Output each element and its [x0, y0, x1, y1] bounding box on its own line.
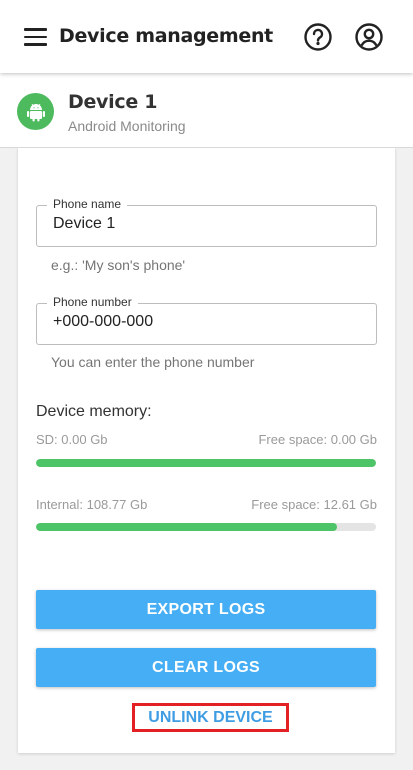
page-title: Device management	[59, 25, 273, 47]
phone-name-label: Phone name	[47, 196, 128, 212]
sd-free-space: Free space: 0.00 Gb	[258, 432, 377, 447]
device-settings-card: Phone name e.g.: 'My son's phone' Phone …	[18, 147, 395, 753]
sd-memory-bar-fill	[36, 459, 376, 467]
export-logs-button[interactable]: EXPORT LOGS	[36, 590, 376, 629]
sd-memory-bar	[36, 459, 376, 467]
device-subtitle: Android Monitoring	[68, 118, 186, 134]
internal-memory-bar-fill	[36, 523, 337, 531]
internal-free-space: Free space: 12.61 Gb	[251, 497, 377, 512]
device-memory-title: Device memory:	[36, 403, 152, 420]
device-name: Device 1	[68, 91, 158, 113]
internal-memory-label: Internal: 108.77 Gb	[36, 497, 148, 512]
clear-logs-button[interactable]: CLEAR LOGS	[36, 648, 376, 687]
device-header: Device 1 Android Monitoring	[0, 73, 413, 148]
unlink-device-button[interactable]: UNLINK DEVICE	[132, 703, 289, 732]
android-icon	[17, 93, 54, 130]
account-icon[interactable]	[354, 22, 384, 52]
internal-memory-bar	[36, 523, 376, 531]
help-icon[interactable]	[303, 22, 333, 52]
sd-memory-label: SD: 0.00 Gb	[36, 432, 108, 447]
menu-icon[interactable]	[24, 28, 47, 46]
phone-number-label: Phone number	[47, 294, 138, 310]
app-bar: Device management	[0, 0, 413, 73]
phone-number-field: Phone number	[36, 294, 377, 345]
phone-name-helper: e.g.: 'My son's phone'	[51, 257, 186, 273]
phone-name-field: Phone name	[36, 196, 377, 247]
phone-number-helper: You can enter the phone number	[51, 354, 255, 370]
phone-name-input[interactable]	[53, 215, 363, 233]
phone-number-input[interactable]	[53, 313, 363, 331]
